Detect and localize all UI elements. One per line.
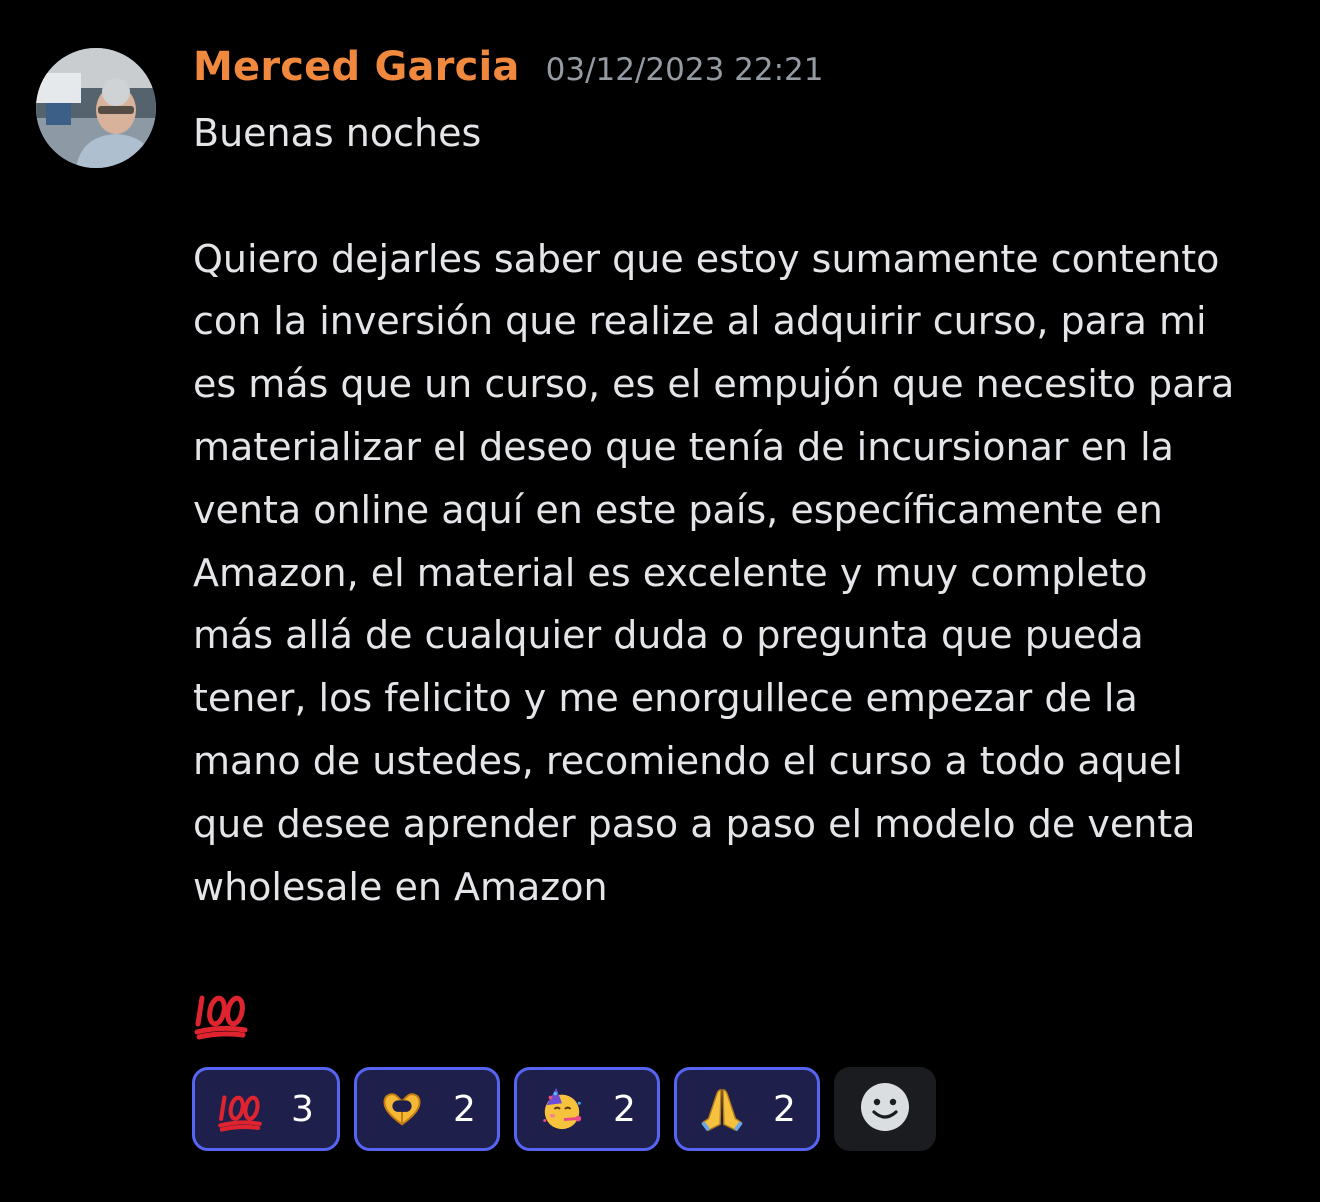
chat-message: Merced Garcia 03/12/2023 22:21 Buenas no… [0,0,1320,1202]
reaction-folded-hands[interactable]: 2 [674,1067,820,1151]
message-timestamp: 03/12/2023 22:21 [545,52,824,88]
message-line: mano de ustedes, recomiendo el curso a t… [193,738,1183,783]
message-line: Amazon, el material es excelente y muy c… [193,550,1148,595]
reaction-count: 2 [613,1088,636,1130]
partying-face-icon [539,1086,585,1132]
message-line: es más que un curso, es el empujón que n… [193,362,1235,407]
add-reaction-button[interactable] [834,1067,936,1151]
user-avatar-photo-icon [36,48,156,168]
reaction-heart-hands[interactable]: 2 [354,1067,500,1151]
hundred-points-icon [193,984,249,1040]
message-content: Buenas noches Quiero dejarles saber que … [193,102,1303,918]
user-avatar[interactable] [36,48,156,168]
reactions-bar: 3 2 2 2 [192,1067,936,1151]
message-line: con la inversión que realize al adquirir… [193,299,1207,344]
message-line: más allá de cualquier duda o pregunta qu… [193,613,1144,658]
message-line: Quiero dejarles saber que estoy sumament… [193,236,1220,281]
author-name[interactable]: Merced Garcia [193,44,520,90]
message-line: Buenas noches [193,111,482,155]
reaction-hundred-points[interactable]: 3 [192,1067,340,1151]
message-header: Merced Garcia 03/12/2023 22:21 [193,44,824,90]
message-line: materializar el deseo que tenía de incur… [193,424,1174,469]
reaction-count: 2 [773,1088,796,1130]
message-line-blank [193,165,1303,228]
heart-hands-icon [379,1086,425,1132]
reaction-partying-face[interactable]: 2 [514,1067,660,1151]
message-line: tener, los felicito y me enorgullece emp… [193,676,1138,721]
message-line: que desee aprender paso a paso el modelo… [193,801,1196,846]
reaction-count: 3 [291,1088,314,1130]
folded-hands-icon [699,1086,745,1132]
message-line: venta online aquí en este país, específi… [193,487,1163,532]
reaction-count: 2 [453,1088,476,1130]
hundred-points-icon [217,1086,263,1132]
message-line: wholesale en Amazon [193,864,608,909]
smiley-add-reaction-icon [859,1081,911,1137]
